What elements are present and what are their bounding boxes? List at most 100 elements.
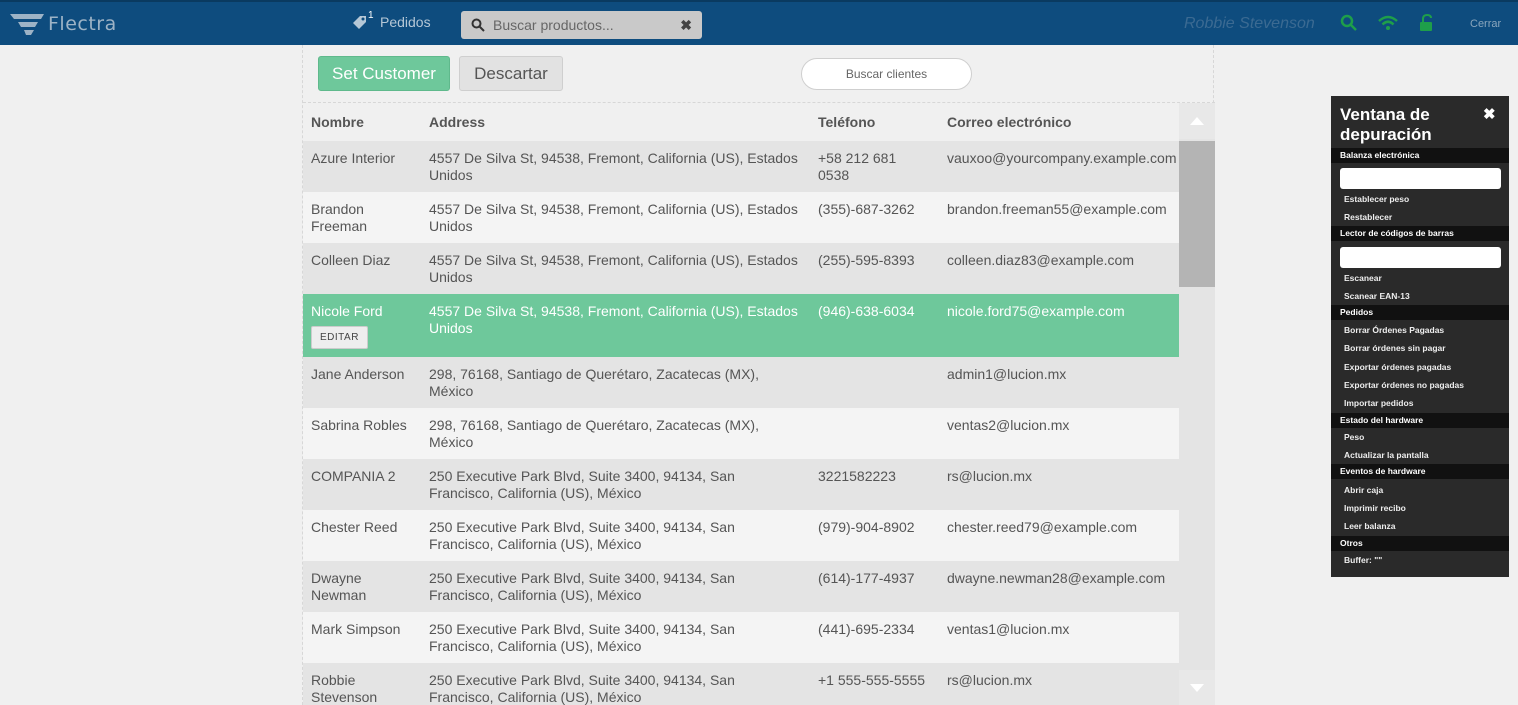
client-search-input[interactable]: Buscar clientes [801, 58, 972, 90]
scroll-up-button[interactable] [1179, 103, 1215, 139]
table-row[interactable]: Azure Interior 4557 De Silva St, 94538, F… [303, 141, 1179, 192]
table-row[interactable]: Jane Anderson 298, 76168, Santiago de Que… [303, 357, 1179, 408]
client-name-cell: Sabrina Robles [303, 408, 421, 459]
client-address-cell: 250 Executive Park Blvd, Suite 3400, 941… [421, 663, 810, 705]
client-phone-text: (441)-695-2334 [818, 621, 915, 637]
client-address-cell: 4557 De Silva St, 94538, Fremont, Califo… [421, 141, 810, 192]
table-row[interactable]: Chester Reed 250 Executive Park Blvd, Sui… [303, 510, 1179, 561]
table-header: Nombre Address Teléfono Correo electróni… [303, 103, 1179, 141]
client-email-cell: chester.reed79@example.com [939, 510, 1179, 561]
scroll-thumb[interactable] [1179, 141, 1215, 287]
discard-button[interactable]: Descartar [459, 56, 563, 91]
status-icons [1340, 14, 1434, 32]
reset-button[interactable]: Restablecer [1344, 212, 1392, 222]
client-phone-cell: 3221582223 [810, 459, 939, 510]
client-list-screen: Set Customer Descartar Buscar clientes N… [302, 45, 1215, 705]
client-phone-cell: +1 555-555-5555 [810, 663, 939, 705]
client-address-text: 4557 De Silva St, 94538, Fremont, Califo… [429, 303, 798, 336]
product-search-box[interactable]: Buscar productos... ✖ [461, 11, 702, 39]
chevron-down-icon [1190, 684, 1204, 692]
debug-section-scale: Balanza electrónica [1331, 148, 1509, 163]
debug-section-orders: Pedidos [1331, 305, 1509, 320]
import-orders-button[interactable]: Importar pedidos [1344, 398, 1413, 408]
scroll-down-button[interactable] [1179, 670, 1215, 705]
edit-client-button[interactable]: EDITAR [311, 326, 368, 349]
client-name-cell: Dwayne Newman [303, 561, 421, 612]
client-name-cell: Colleen Diaz [303, 243, 421, 294]
client-phone-cell: (255)-595-8393 [810, 243, 939, 294]
scan-ean13-button[interactable]: Scanear EAN-13 [1344, 291, 1410, 301]
table-row[interactable]: Colleen Diaz 4557 De Silva St, 94538, Fre… [303, 243, 1179, 294]
close-session-button[interactable]: Cerrar [1470, 18, 1501, 30]
column-header-name: Nombre [303, 103, 421, 141]
client-name-cell: Brandon Freeman [303, 192, 421, 243]
client-name-text: Jane Anderson [311, 366, 405, 382]
chevron-up-icon [1190, 117, 1204, 125]
export-paid-orders-button[interactable]: Exportar órdenes pagadas [1344, 362, 1451, 372]
client-email-text: admin1@lucion.mx [947, 366, 1067, 382]
debug-section-barcode: Lector de códigos de barras [1331, 226, 1509, 241]
client-email-cell: rs@lucion.mx [939, 663, 1179, 705]
table-row[interactable]: Nicole Ford EDITAR 4557 De Silva St, 94538… [303, 294, 1179, 357]
refresh-screen-button[interactable]: Actualizar la pantalla [1344, 450, 1429, 460]
client-table: Nombre Address Teléfono Correo electróni… [303, 103, 1179, 705]
product-search-input[interactable]: Buscar productos... [493, 17, 680, 33]
client-email-text: ventas1@lucion.mx [947, 621, 1070, 637]
client-address-cell: 4557 De Silva St, 94538, Fremont, Califo… [421, 192, 810, 243]
client-name-cell: Mark Simpson [303, 612, 421, 663]
set-customer-button[interactable]: Set Customer [318, 56, 450, 91]
scrollbar[interactable] [1179, 103, 1215, 705]
client-address-text: 250 Executive Park Blvd, Suite 3400, 941… [429, 621, 735, 654]
client-name-text: Sabrina Robles [311, 417, 407, 433]
wifi-icon[interactable] [1378, 15, 1398, 31]
clear-search-icon[interactable]: ✖ [680, 17, 692, 34]
client-email-text: dwayne.newman28@example.com [947, 570, 1166, 586]
client-email-cell: ventas2@lucion.mx [939, 408, 1179, 459]
print-receipt-button[interactable]: Imprimir recibo [1344, 503, 1406, 513]
table-row[interactable]: Robbie Stevenson 250 Executive Park Blvd,… [303, 663, 1179, 705]
set-weight-button[interactable]: Establecer peso [1344, 194, 1409, 204]
client-email-cell: rs@lucion.mx [939, 459, 1179, 510]
client-name-text: Nicole Ford [311, 303, 383, 319]
table-row[interactable]: COMPANIA 2 250 Executive Park Blvd, Suite… [303, 459, 1179, 510]
open-drawer-button[interactable]: Abrir caja [1344, 485, 1383, 495]
user-name[interactable]: Robbie Stevenson [1184, 15, 1315, 33]
client-address-text: 250 Executive Park Blvd, Suite 3400, 941… [429, 519, 735, 552]
client-phone-cell [810, 357, 939, 408]
client-name-text: Dwayne Newman [311, 570, 367, 603]
export-unpaid-orders-button[interactable]: Exportar órdenes no pagadas [1344, 380, 1464, 390]
client-name-text: COMPANIA 2 [311, 468, 396, 484]
orders-button[interactable]: 1 Pedidos [352, 10, 431, 30]
table-row[interactable]: Sabrina Robles 298, 76168, Santiago de Qu… [303, 408, 1179, 459]
barcode-scanner-icon[interactable] [1340, 14, 1358, 32]
delete-paid-orders-button[interactable]: Borrar Órdenes Pagadas [1344, 325, 1444, 335]
client-email-text: rs@lucion.mx [947, 672, 1033, 688]
client-address-cell: 250 Executive Park Blvd, Suite 3400, 941… [421, 459, 810, 510]
client-address-cell: 4557 De Silva St, 94538, Fremont, Califo… [421, 294, 810, 357]
read-scale-button[interactable]: Leer balanza [1344, 521, 1396, 531]
client-name-text: Brandon Freeman [311, 201, 368, 234]
weight-status[interactable]: Peso [1344, 432, 1364, 442]
table-row[interactable]: Dwayne Newman 250 Executive Park Blvd, Su… [303, 561, 1179, 612]
client-name-text: Azure Interior [311, 150, 396, 166]
scan-button[interactable]: Escanear [1344, 273, 1382, 283]
client-phone-text: +58 212 681 0538 [818, 150, 897, 183]
table-row[interactable]: Brandon Freeman 4557 De Silva St, 94538, … [303, 192, 1179, 243]
weight-input[interactable] [1340, 168, 1501, 189]
client-phone-text: +1 555-555-5555 [818, 672, 926, 688]
client-address-cell: 4557 De Silva St, 94538, Fremont, Califo… [421, 243, 810, 294]
client-table-area: Nombre Address Teléfono Correo electróni… [303, 102, 1215, 705]
column-header-address: Address [421, 103, 810, 141]
unlock-icon[interactable] [1418, 14, 1434, 32]
delete-unpaid-orders-button[interactable]: Borrar órdenes sin pagar [1344, 343, 1446, 353]
client-name-text: Chester Reed [311, 519, 398, 535]
barcode-input[interactable] [1340, 247, 1501, 268]
close-icon[interactable]: ✖ [1483, 105, 1496, 123]
client-address-text: 250 Executive Park Blvd, Suite 3400, 941… [429, 672, 735, 705]
client-phone-cell [810, 408, 939, 459]
logo: Flectra [8, 8, 117, 40]
client-address-cell: 298, 76168, Santiago de Querétaro, Zacat… [421, 357, 810, 408]
debug-section-hw-events: Eventos de hardware [1331, 464, 1509, 479]
client-email-cell: dwayne.newman28@example.com [939, 561, 1179, 612]
table-row[interactable]: Mark Simpson 250 Executive Park Blvd, Sui… [303, 612, 1179, 663]
